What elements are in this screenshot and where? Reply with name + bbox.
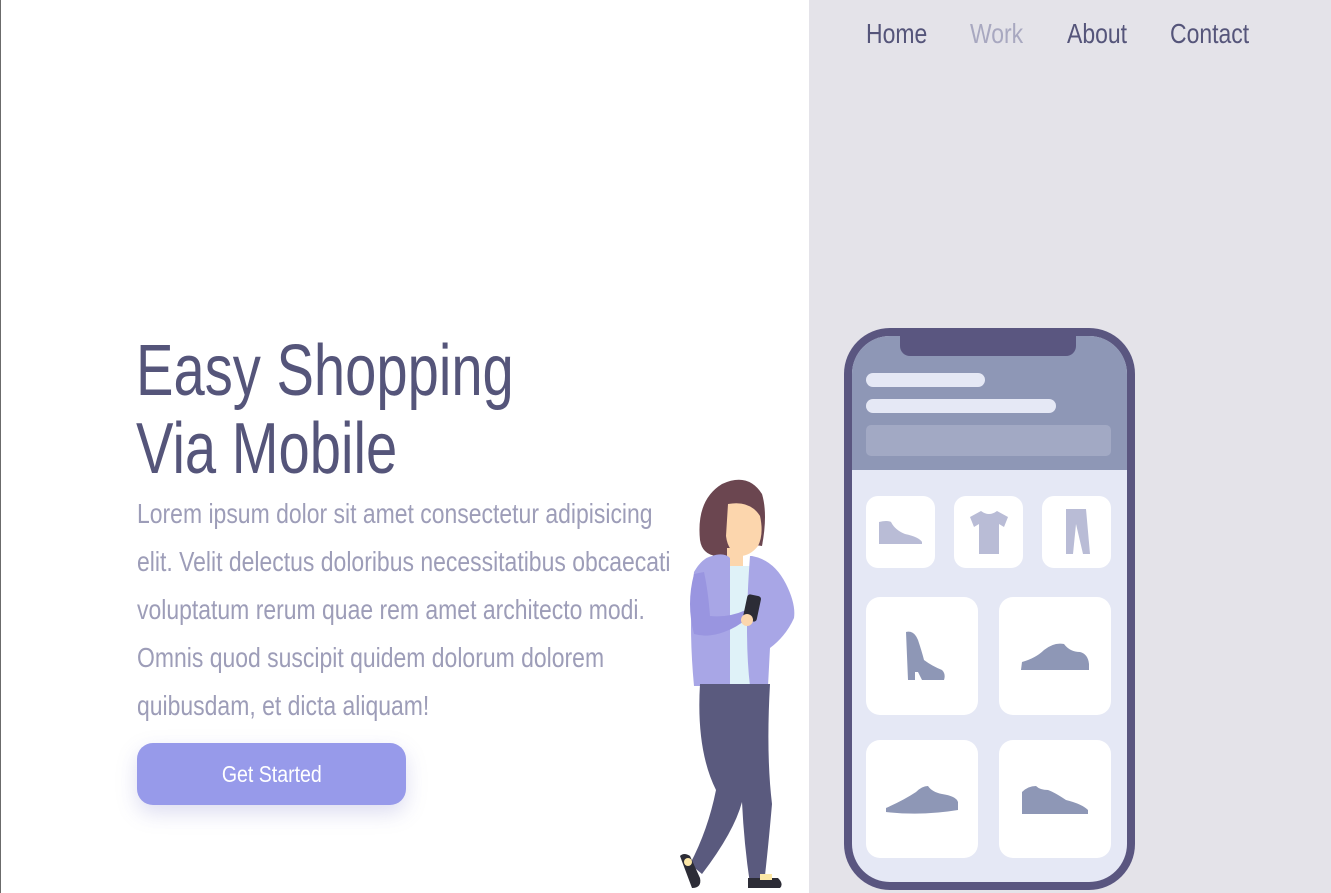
hand — [741, 614, 753, 626]
woman-figure — [680, 479, 795, 888]
left-ankle — [684, 858, 692, 866]
legs — [690, 684, 772, 884]
right-ankle — [760, 874, 772, 880]
